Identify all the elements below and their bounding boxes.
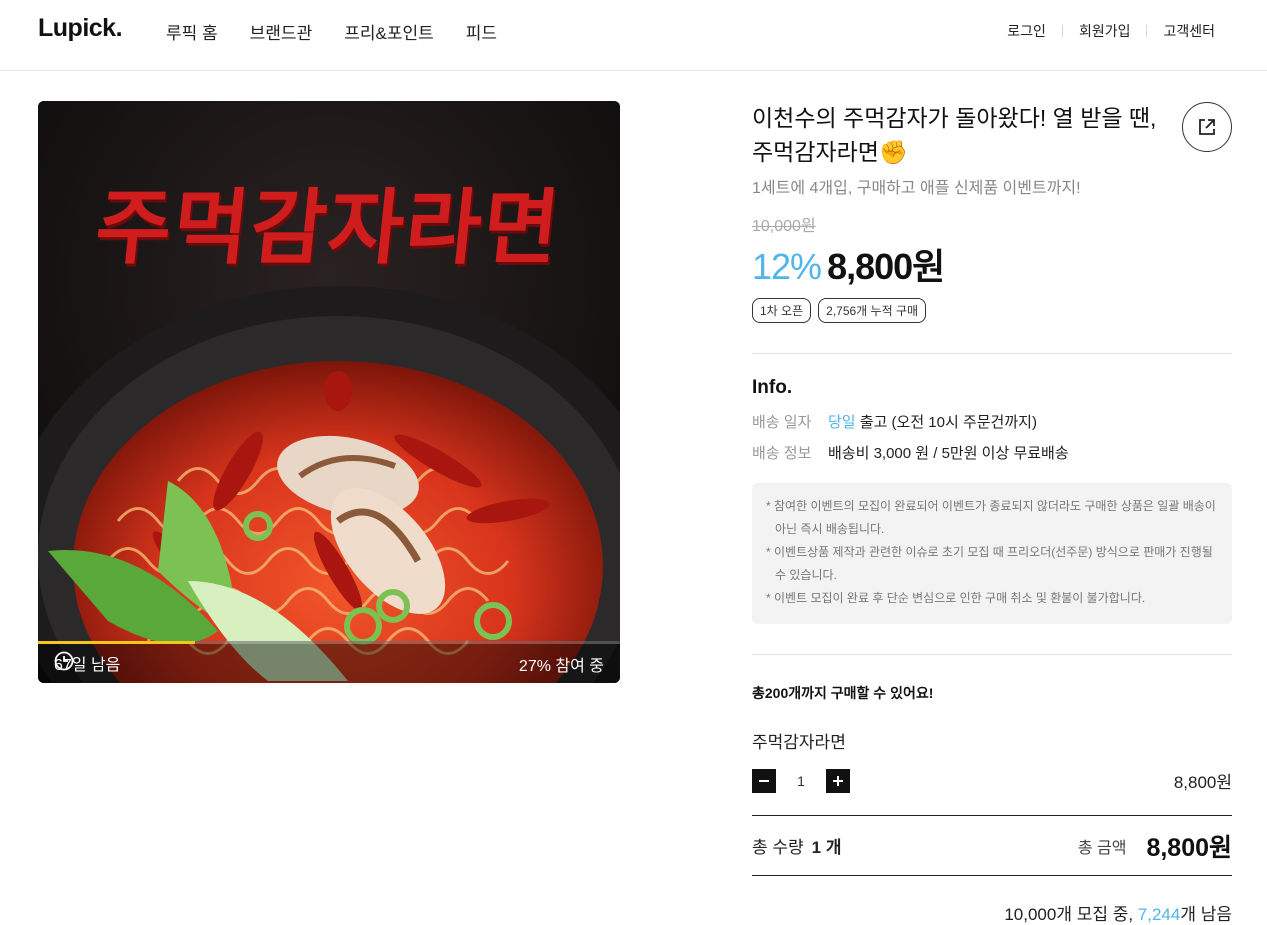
hero-status-bar: 67일 남음 27% 참여 중 xyxy=(38,641,620,683)
total-amount: 총 금액 8,800원 xyxy=(1078,828,1232,864)
login-link[interactable]: 로그인 xyxy=(1007,21,1046,41)
share-button[interactable] xyxy=(1182,102,1232,152)
share-icon xyxy=(1199,119,1215,135)
cumulative-purchase-badge: 2,756개 누적 구매 xyxy=(818,298,927,323)
clock-icon xyxy=(54,651,74,671)
notice-box: * 참여한 이벤트의 모집이 완료되어 이벤트가 종료되지 않더라도 구매한 상… xyxy=(752,483,1232,624)
sale-price: 8,800원 xyxy=(827,246,945,287)
quantity-stepper: 1 xyxy=(752,768,850,793)
notice-item: * 참여한 이벤트의 모집이 완료되어 이벤트가 종료되지 않더라도 구매한 상… xyxy=(766,499,1216,536)
divider xyxy=(752,654,1232,655)
delivery-info-row: 배송 정보 배송비 3,000 원 / 5만원 이상 무료배송 xyxy=(752,442,1232,463)
participation-progress-track xyxy=(38,641,620,644)
same-day-highlight: 당일 xyxy=(828,414,856,431)
option-name: 주먹감자라면 xyxy=(752,733,846,752)
countdown: 67일 남음 xyxy=(54,651,120,675)
nav-free-point[interactable]: 프리&포인트 xyxy=(344,19,434,44)
price-row: 12% 8,800원 xyxy=(752,238,1232,290)
plus-icon xyxy=(833,775,843,786)
delivery-date-text: 출고 (오전 10시 주문건까지) xyxy=(855,414,1037,431)
delivery-date-value: 당일 출고 (오전 10시 주문건까지) xyxy=(828,411,1037,432)
nav-home[interactable]: 루픽 홈 xyxy=(166,19,218,44)
customer-center-link[interactable]: 고객센터 xyxy=(1163,21,1215,41)
original-price: 10,000원 xyxy=(752,218,816,235)
increase-button[interactable] xyxy=(826,768,850,793)
info-heading: Info. xyxy=(752,377,793,398)
signup-link[interactable]: 회원가입 xyxy=(1079,21,1131,41)
recruit-status: 10,000개 모집 중, 7,244개 남음 xyxy=(752,900,1232,925)
quantity-row: 1 8,800원 xyxy=(752,768,1232,793)
delivery-date-row: 배송 일자 당일 출고 (오전 10시 주문건까지) xyxy=(752,411,1232,432)
purchase-limit: 총200개까지 구매할 수 있어요! xyxy=(752,685,934,701)
delivery-info-value: 배송비 3,000 원 / 5만원 이상 무료배송 xyxy=(828,445,1069,462)
divider xyxy=(752,353,1232,354)
divider xyxy=(1061,25,1063,37)
notice-item: * 이벤트상품 제작과 관련한 이슈로 초기 모집 때 프리오더(선주문) 방식… xyxy=(766,545,1213,582)
notice-item: * 이벤트 모집이 완료 후 단순 변심으로 인한 구매 취소 및 환불이 불가… xyxy=(766,591,1146,605)
total-summary: 총 수량 1 개 총 금액 8,800원 xyxy=(752,815,1232,876)
top-header: Lupick. 루픽 홈 브랜드관 프리&포인트 피드 로그인 회원가입 고객센… xyxy=(0,0,1267,71)
delivery-info-label: 배송 정보 xyxy=(752,445,812,462)
total-amount-value: 8,800원 xyxy=(1146,833,1232,862)
product-title: 이천수의 주먹감자가 돌아왔다! 열 받을 땐, 주먹감자라면✊ xyxy=(752,105,1157,165)
participation-progress-fill xyxy=(38,641,196,644)
main-nav: 루픽 홈 브랜드관 프리&포인트 피드 xyxy=(166,19,497,44)
participation-rate: 27% 참여 중 xyxy=(518,658,604,675)
product-subtitle: 1세트에 4개입, 구매하고 애플 신제품 이벤트까지! xyxy=(752,180,1081,197)
nav-brands[interactable]: 브랜드관 xyxy=(250,19,313,44)
recruit-remaining: 7,244 xyxy=(1137,905,1181,924)
total-amount-label: 총 금액 xyxy=(1077,839,1127,857)
discount-rate: 12% xyxy=(752,246,822,287)
total-quantity-label: 총 수량 xyxy=(752,838,804,857)
product-tags: 1차 오픈 2,756개 누적 구매 xyxy=(752,298,1232,323)
utility-links: 로그인 회원가입 고객센터 xyxy=(1007,21,1215,41)
divider xyxy=(1146,25,1148,37)
quantity-value[interactable]: 1 xyxy=(776,773,826,789)
nav-feed[interactable]: 피드 xyxy=(466,19,497,44)
product-detail: 이천수의 주먹감자가 돌아왔다! 열 받을 땐, 주먹감자라면✊ 1세트에 4개… xyxy=(752,101,1232,925)
total-quantity: 총 수량 1 개 xyxy=(752,833,841,858)
product-image: 주먹감자라면 67일 남음 27% 참여 중 xyxy=(38,101,620,683)
recruit-suffix: 개 남음 xyxy=(1180,905,1232,924)
total-quantity-value: 1 개 xyxy=(811,838,842,857)
logo[interactable]: Lupick. xyxy=(38,14,123,43)
option-price: 8,800원 xyxy=(1173,773,1232,792)
delivery-date-label: 배송 일자 xyxy=(752,414,812,431)
hero-title-text: 주먹감자라면 xyxy=(90,181,566,276)
decrease-button[interactable] xyxy=(752,768,776,793)
recruit-prefix: 10,000개 모집 중, xyxy=(1004,905,1138,924)
minus-icon xyxy=(759,779,769,782)
open-round-badge: 1차 오픈 xyxy=(752,298,812,323)
